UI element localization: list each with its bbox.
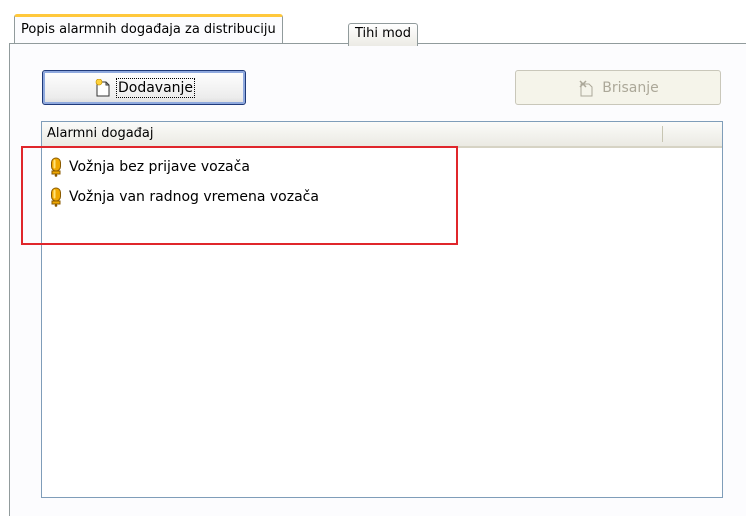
add-button-label: Dodavanje bbox=[115, 77, 196, 98]
delete-button-label: Brisanje bbox=[602, 79, 659, 96]
delete-document-icon bbox=[577, 79, 595, 97]
new-document-icon bbox=[95, 78, 111, 97]
list-item[interactable]: Vožnja van radnog vremena vozača bbox=[50, 187, 319, 207]
list-item-label: Vožnja bez prijave vozača bbox=[69, 159, 250, 175]
tab-silent-mode[interactable]: Tihi mod bbox=[348, 23, 419, 46]
add-button[interactable]: Dodavanje bbox=[42, 70, 246, 105]
alarm-bell-icon bbox=[50, 187, 62, 207]
column-header-alarm-event[interactable]: Alarmni događaj bbox=[42, 122, 722, 148]
tab-label: Tihi mod bbox=[355, 26, 412, 41]
column-header-label: Alarmni događaj bbox=[47, 126, 154, 141]
delete-button[interactable]: Brisanje bbox=[515, 70, 721, 105]
alarm-distribution-dialog: Popis alarmnih događaja za distribuciju … bbox=[0, 0, 746, 516]
alarm-events-list[interactable]: Alarmni događaj Vožnja bez prijave vozač… bbox=[41, 121, 723, 498]
list-item-label: Vožnja van radnog vremena vozača bbox=[69, 189, 319, 205]
alarm-bell-icon bbox=[50, 157, 62, 177]
column-separator[interactable] bbox=[662, 126, 663, 142]
tab-alarm-events-distribution[interactable]: Popis alarmnih događaja za distribuciju bbox=[14, 14, 283, 43]
tab-label: Popis alarmnih događaja za distribuciju bbox=[21, 22, 276, 37]
list-item[interactable]: Vožnja bez prijave vozača bbox=[50, 157, 250, 177]
